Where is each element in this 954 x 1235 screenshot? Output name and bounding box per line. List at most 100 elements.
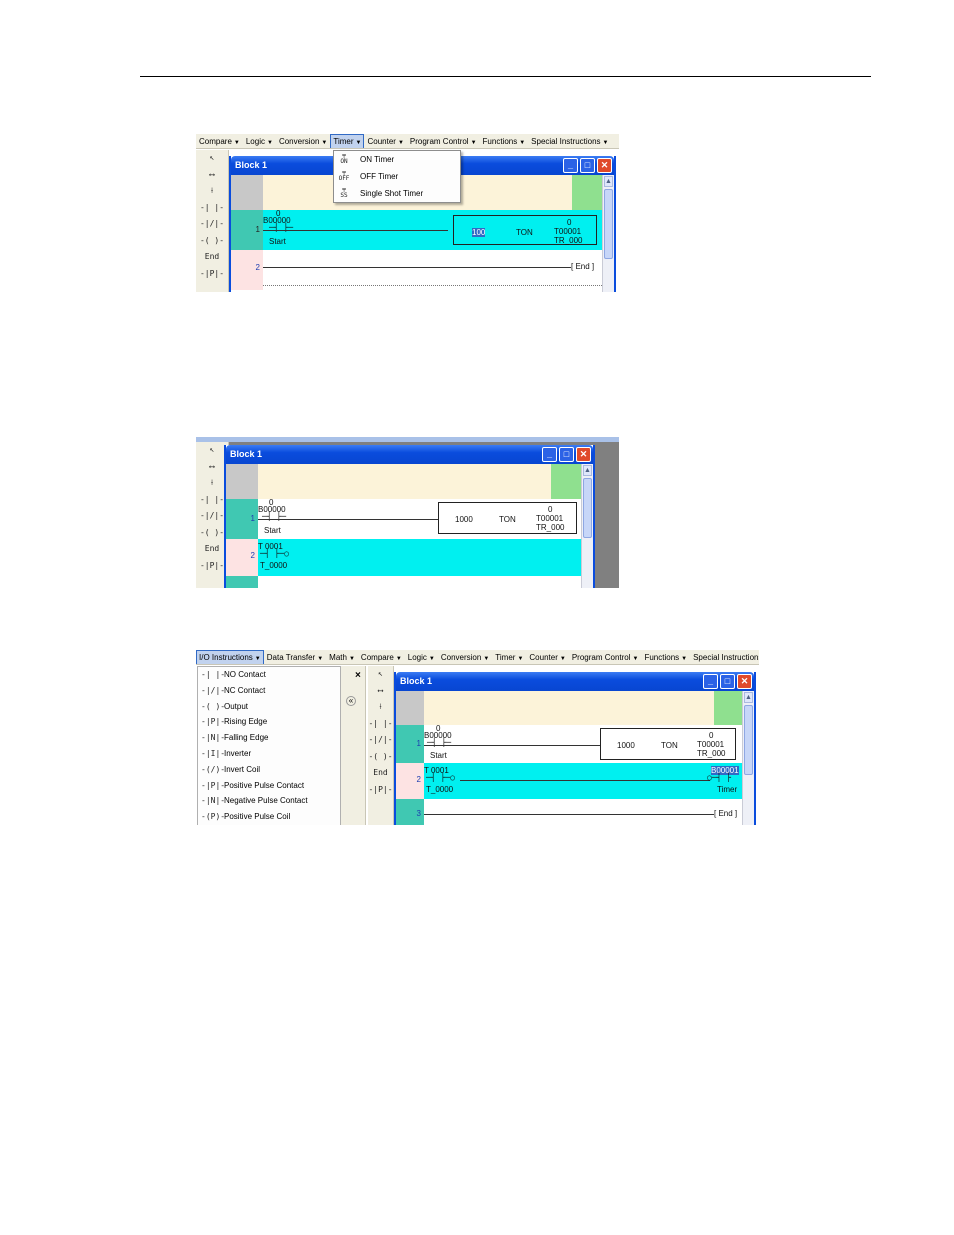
rung-1[interactable]: 1 0 B00000 ─┤ ├─ Start 1000 TON 0 T00001… xyxy=(226,498,581,539)
menu-item-positive-pulse-coil[interactable]: -(P)- Positive Pulse Coil xyxy=(198,809,340,825)
rung-3[interactable]: 3 [ End ] xyxy=(396,799,742,825)
vertical-wire-icon[interactable]: ⟊ xyxy=(196,183,228,200)
window-titlebar[interactable]: Block 1 _ □ ✕ xyxy=(396,672,754,691)
minimize-button[interactable]: _ xyxy=(703,674,718,689)
menu-counter[interactable]: Counter ▼ xyxy=(526,650,568,664)
contact-tag: Start xyxy=(264,526,281,535)
end-instruction[interactable]: [ End ] xyxy=(571,262,594,271)
menu-item-invert-coil[interactable]: -(/)- Invert Coil xyxy=(198,762,340,778)
timer-box[interactable]: 100 TON 0 T00001 TR_000 xyxy=(453,215,597,245)
minimize-button[interactable]: _ xyxy=(563,158,578,173)
maximize-button[interactable]: □ xyxy=(580,158,595,173)
pulse-contact-icon[interactable]: -|P|- xyxy=(196,266,228,283)
output-coil-icon[interactable]: -( )- xyxy=(196,233,228,250)
output-coil-icon: -( )- xyxy=(201,701,226,711)
menu-item-no-contact[interactable]: -| |- NO Contact xyxy=(198,667,340,683)
instruction-palette: ↖ ⟷ ⟊ -| |- -|/|- -( )- End -|P|- xyxy=(196,150,229,292)
menu-item-on-timer[interactable]: ╤ ON ON Timer xyxy=(334,151,460,168)
nc-contact-icon[interactable]: -|/|- xyxy=(368,732,393,749)
close-button[interactable]: ✕ xyxy=(597,158,612,173)
timer-preset[interactable]: 1000 xyxy=(617,741,635,750)
timer-box[interactable]: 1000 TON 0 T00001 TR_000 xyxy=(438,502,577,534)
end-icon[interactable]: End xyxy=(368,765,393,782)
menu-compare[interactable]: Compare ▼ xyxy=(196,134,243,148)
timer-preset[interactable]: 100 xyxy=(472,228,486,237)
pointer-icon[interactable]: ↖ xyxy=(196,150,228,167)
scroll-up-icon[interactable]: ▲ xyxy=(583,465,592,476)
vertical-scrollbar[interactable]: ▲ xyxy=(581,464,593,588)
pulse-contact-icon[interactable]: -|P|- xyxy=(368,782,393,799)
collapse-icon[interactable]: « xyxy=(346,696,356,706)
menu-program-control[interactable]: Program Control ▼ xyxy=(569,650,642,664)
pointer-icon[interactable]: ↖ xyxy=(368,666,393,683)
timer-tag: TR_000 xyxy=(536,523,565,532)
menu-functions[interactable]: Functions ▼ xyxy=(641,650,690,664)
menu-io-instructions[interactable]: I/O Instructions ▼ xyxy=(196,650,264,664)
comment-row[interactable] xyxy=(396,691,742,725)
ladder-area[interactable]: 1 0 B00000 ─┤ ├─ Start 1000 TON 0 T00001… xyxy=(396,691,742,825)
menu-program-control[interactable]: Program Control ▼ xyxy=(407,134,480,148)
no-contact-icon[interactable]: -| |- xyxy=(196,200,228,217)
menu-item-negative-pulse-contact[interactable]: -|N|- Negative Pulse Contact xyxy=(198,793,340,809)
rung-1[interactable]: 1 0 B00000 ─┤ ├─ Start 100 TON 0 T00001 … xyxy=(231,209,602,250)
menu-conversion[interactable]: Conversion ▼ xyxy=(276,134,330,148)
rung-2[interactable]: 2 T 0001 ─┤ ├─○ T_0000 xyxy=(226,539,581,576)
menu-logic[interactable]: Logic ▼ xyxy=(243,134,276,148)
output-contact[interactable]: ○─┤ ├ xyxy=(707,773,731,782)
menu-data-transfer[interactable]: Data Transfer ▼ xyxy=(264,650,326,664)
menu-item-falling-edge[interactable]: -|N|- Falling Edge xyxy=(198,730,340,746)
maximize-button[interactable]: □ xyxy=(720,674,735,689)
rung-2[interactable]: 2 T 0001 ─┤ ├─○ T_0000 B00001 ○─┤ ├ Time… xyxy=(396,763,742,799)
vertical-scrollbar[interactable]: ▲ xyxy=(602,175,614,292)
output-coil-icon[interactable]: -( )- xyxy=(368,749,393,766)
maximize-button[interactable]: □ xyxy=(559,447,574,462)
close-button[interactable]: ✕ xyxy=(576,447,591,462)
nc-contact-icon[interactable]: -|/|- xyxy=(196,216,228,233)
menu-special-instructions[interactable]: Special Instructions▼ xyxy=(528,134,611,148)
rung-1[interactable]: 1 0 B00000 ─┤ ├─ Start 1000 TON 0 T00001… xyxy=(396,724,742,763)
menu-item-single-shot-timer[interactable]: ╤ SS Single Shot Timer xyxy=(334,185,460,202)
chevron-down-icon: ▼ xyxy=(233,139,240,146)
menu-timer[interactable]: Timer ▼ xyxy=(492,650,526,664)
ladder-area[interactable]: 1 0 B00000 ─┤ ├─ Start 1000 TON 0 T00001… xyxy=(226,464,581,588)
menu-counter[interactable]: Counter ▼ xyxy=(364,134,406,148)
close-button[interactable]: ✕ xyxy=(737,674,752,689)
menu-functions[interactable]: Functions ▼ xyxy=(480,134,529,148)
horizontal-wire-icon[interactable]: ⟷ xyxy=(196,167,228,184)
vertical-scrollbar[interactable]: ▲ xyxy=(742,691,754,825)
menu-item-output[interactable]: -( )- Output xyxy=(198,699,340,715)
menu-conversion[interactable]: Conversion ▼ xyxy=(438,650,492,664)
vertical-wire-icon[interactable]: ⟊ xyxy=(368,699,393,716)
end-icon[interactable]: End xyxy=(196,249,228,266)
menu-item-off-timer[interactable]: ╤ OFF OFF Timer xyxy=(334,168,460,185)
window-titlebar[interactable]: Block 1 _ □ ✕ xyxy=(226,445,593,464)
menu-item-positive-pulse-contact[interactable]: -|P|- Positive Pulse Contact xyxy=(198,778,340,794)
menu-math[interactable]: Math ▼ xyxy=(326,650,358,664)
timer-box[interactable]: 1000 TON 0 T00001 TR_000 xyxy=(600,728,736,760)
scroll-thumb[interactable] xyxy=(744,705,753,775)
rung-2[interactable]: 2 [ End ] xyxy=(231,250,602,290)
menu-compare[interactable]: Compare ▼ xyxy=(358,650,405,664)
menu-item-nc-contact[interactable]: -|/|- NC Contact xyxy=(198,683,340,699)
horizontal-wire-icon[interactable]: ⟷ xyxy=(368,683,393,700)
rung-3[interactable] xyxy=(226,576,581,588)
scroll-up-icon[interactable]: ▲ xyxy=(744,692,753,703)
end-instruction[interactable]: [ End ] xyxy=(714,809,737,818)
menu-timer[interactable]: Timer ▼ xyxy=(330,134,365,148)
menu-item-rising-edge[interactable]: -|P|- Rising Edge xyxy=(198,714,340,730)
scroll-thumb[interactable] xyxy=(604,189,613,259)
scroll-up-icon[interactable]: ▲ xyxy=(604,176,613,187)
menu-item-inverter[interactable]: -|I|- Inverter xyxy=(198,746,340,762)
menu-logic[interactable]: Logic ▼ xyxy=(405,650,438,664)
menu-special-instructions[interactable]: Special Instructions▼ xyxy=(690,650,759,664)
timer-preset[interactable]: 1000 xyxy=(455,515,473,524)
minimize-button[interactable]: _ xyxy=(542,447,557,462)
no-contact[interactable]: ─┤ ├─○ xyxy=(260,549,289,558)
no-contact[interactable]: ─┤ ├─○ xyxy=(426,773,455,782)
chevron-down-icon: ▼ xyxy=(470,139,477,146)
no-contact-icon[interactable]: -| |- xyxy=(368,716,393,733)
scroll-thumb[interactable] xyxy=(583,478,592,538)
comment-row[interactable] xyxy=(226,464,581,499)
chevron-down-icon: ▼ xyxy=(266,139,273,146)
close-icon[interactable]: × xyxy=(355,670,361,681)
